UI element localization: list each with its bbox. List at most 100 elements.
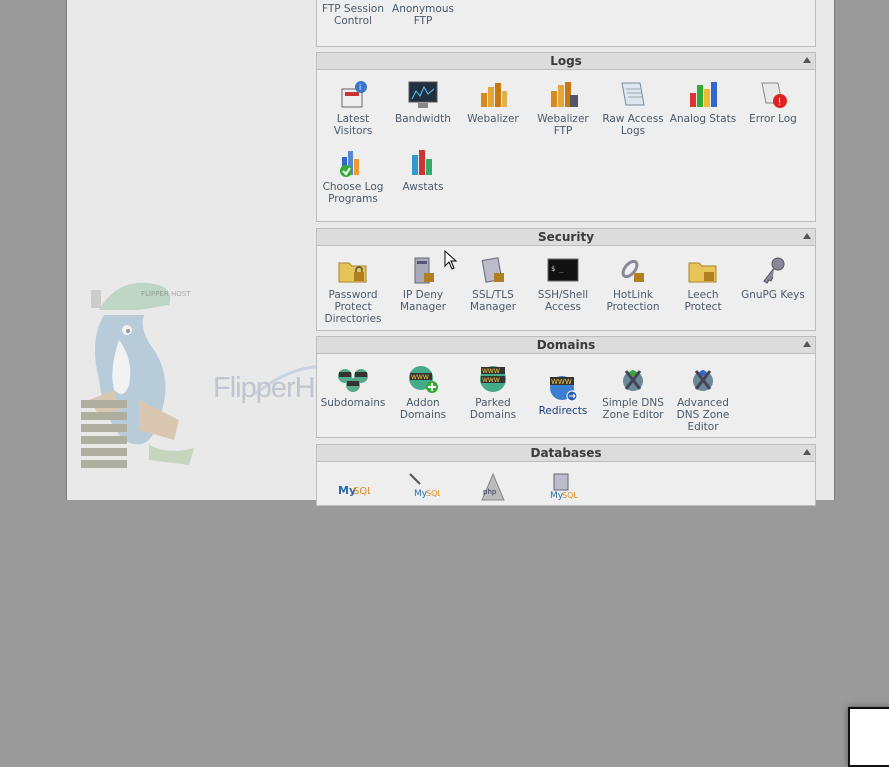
choose-log-programs-link[interactable]: Choose Log Programs: [318, 147, 388, 205]
parked-domains-link[interactable]: WWW WWW Parked Domains: [458, 363, 528, 421]
svg-text:SQL: SQL: [353, 486, 370, 497]
domains-panel: Domains Subdomains WWW Addon Domains WWW…: [316, 336, 889, 767]
svg-text:WWW: WWW: [482, 368, 500, 375]
remote-mysql-link[interactable]: My SQL: [528, 470, 598, 504]
item-label: Anonymous FTP: [392, 3, 454, 27]
redirects-icon: WWW: [550, 376, 578, 402]
item-label: Webalizer FTP: [537, 113, 589, 137]
error-log-icon: !: [761, 82, 787, 108]
webalizer-ftp-icon: [551, 82, 578, 107]
collapse-arrow-icon[interactable]: [803, 341, 811, 347]
mysql-wizard-icon: MySQL: [409, 473, 440, 499]
raw-access-logs-link[interactable]: Raw Access Logs: [598, 79, 668, 137]
ftp-session-control-link[interactable]: FTP Session Control: [318, 3, 388, 27]
item-label: Parked Domains: [469, 397, 517, 421]
password-protect-icon: [338, 262, 367, 283]
ssl-tls-icon: [481, 257, 504, 283]
parked-domains-icon: WWW WWW: [480, 366, 506, 392]
item-label: GnuPG Keys: [741, 289, 805, 301]
leech-protect-link[interactable]: Leech Protect: [668, 255, 738, 313]
item-label: Webalizer: [467, 113, 519, 125]
subdomains-icon: [338, 369, 368, 392]
bandwidth-link[interactable]: Bandwidth: [388, 79, 458, 125]
phpmyadmin-icon: php: [481, 472, 505, 501]
databases-panel-header[interactable]: Databases: [317, 445, 815, 462]
logs-title: Logs: [550, 54, 582, 68]
svg-text:WWW: WWW: [551, 378, 572, 386]
ssl-tls-manager-link[interactable]: SSL/TLS Manager: [458, 255, 528, 313]
item-label: Advanced DNS Zone Editor: [676, 397, 730, 433]
bandwidth-icon: [408, 81, 438, 108]
dolphin-mascot-icon: FLIPPER HOST: [81, 282, 194, 468]
security-panel-header[interactable]: Security: [317, 229, 815, 246]
logs-panel: Logs i Latest Visitors Bandwidth Webaliz…: [316, 52, 816, 222]
collapse-arrow-icon[interactable]: [803, 449, 811, 455]
awstats-icon: [412, 150, 432, 175]
analog-stats-icon: [690, 82, 717, 107]
phpmyadmin-link[interactable]: php: [458, 470, 528, 504]
mysql-wizard-link[interactable]: My SQL: [388, 470, 458, 504]
item-label: Addon Domains: [399, 397, 447, 421]
webalizer-link[interactable]: Webalizer: [458, 79, 528, 125]
ip-deny-icon: [414, 257, 434, 284]
mysql-icon: MySQL: [338, 484, 370, 497]
svg-text:i: i: [359, 83, 361, 92]
svg-text:php: php: [483, 488, 497, 496]
subdomains-link[interactable]: Subdomains: [318, 363, 388, 409]
leech-protect-icon: [688, 262, 717, 283]
svg-text:!: !: [778, 97, 782, 108]
webalizer-ftp-link[interactable]: Webalizer FTP: [528, 79, 598, 137]
hotlink-icon: [621, 259, 644, 282]
domains-panel-header[interactable]: Domains: [317, 337, 815, 354]
svg-text:WWW: WWW: [482, 377, 500, 384]
item-label: Leech Protect: [684, 289, 722, 313]
logs-panel-header[interactable]: Logs: [317, 53, 815, 70]
item-label: Analog Stats: [669, 113, 737, 125]
error-log-link[interactable]: ! Error Log: [738, 79, 808, 125]
item-label: Subdomains: [320, 397, 386, 409]
item-label: Error Log: [749, 113, 797, 125]
addon-domains-link[interactable]: WWW Addon Domains: [388, 363, 458, 421]
simple-dns-zone-editor-link[interactable]: Simple DNS Zone Editor: [598, 363, 668, 421]
item-label: FTP Session Control: [321, 3, 384, 27]
collapse-arrow-icon[interactable]: [803, 57, 811, 63]
redirects-highlight-box: [848, 707, 889, 767]
item-label: Latest Visitors: [333, 113, 373, 137]
advanced-dns-zone-editor-link[interactable]: Advanced DNS Zone Editor: [668, 363, 738, 433]
item-label: Raw Access Logs: [602, 113, 664, 137]
awstats-link[interactable]: Awstats: [388, 147, 458, 193]
redirects-link[interactable]: WWW Redirects: [528, 371, 598, 417]
item-label: Password Protect Directories: [324, 289, 382, 325]
collapse-arrow-icon[interactable]: [803, 233, 811, 239]
analog-stats-link[interactable]: Analog Stats: [668, 79, 738, 125]
advanced-dns-icon: [693, 370, 713, 391]
item-label: Redirects: [538, 405, 588, 417]
gnupg-keys-icon: [763, 257, 785, 284]
latest-visitors-link[interactable]: i Latest Visitors: [318, 79, 388, 137]
item-label: Awstats: [402, 181, 444, 193]
mysql-databases-link[interactable]: MySQL: [318, 470, 388, 504]
ftp-panel-partial: FTP Session Control Anonymous FTP: [316, 0, 816, 47]
ssh-shell-access-link[interactable]: $ _ SSH/Shell Access: [528, 255, 598, 313]
webalizer-icon: [481, 83, 507, 107]
raw-access-logs-icon: [621, 82, 645, 106]
password-protect-directories-link[interactable]: Password Protect Directories: [318, 255, 388, 325]
svg-text:WWW: WWW: [411, 374, 429, 381]
domains-title: Domains: [536, 338, 596, 352]
remote-mysql-icon: MySQL: [550, 473, 578, 501]
security-title: Security: [537, 230, 595, 244]
addon-domains-icon: WWW: [409, 366, 438, 393]
hotlink-protection-link[interactable]: HotLink Protection: [598, 255, 668, 313]
item-label: Simple DNS Zone Editor: [602, 397, 664, 421]
databases-title: Databases: [530, 446, 602, 460]
anonymous-ftp-link[interactable]: Anonymous FTP: [388, 3, 458, 27]
item-label: HotLink Protection: [606, 289, 660, 313]
item-label: IP Deny Manager: [399, 289, 447, 313]
databases-panel: Databases MySQL MySQL php MySQL: [316, 444, 816, 506]
gnupg-keys-link[interactable]: GnuPG Keys: [738, 255, 808, 301]
latest-visitors-icon: i: [341, 81, 367, 108]
cap-text: FLIPPER HOST: [141, 290, 191, 298]
svg-text:$ _: $ _: [551, 265, 564, 273]
mouse-cursor-icon: [444, 250, 458, 270]
simple-dns-icon: [623, 370, 643, 391]
